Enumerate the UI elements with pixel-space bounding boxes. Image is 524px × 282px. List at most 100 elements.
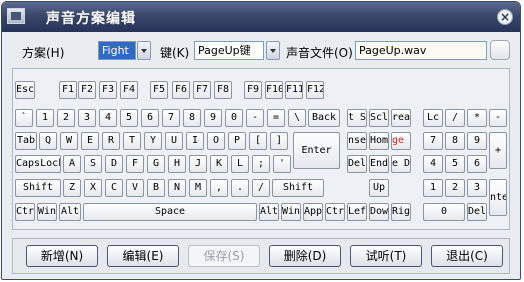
key-j[interactable]: J xyxy=(189,155,207,173)
key-tab[interactable]: Tab xyxy=(15,132,37,150)
key-6[interactable]: 6 xyxy=(141,109,159,127)
key-insert[interactable]: nsert xyxy=(347,132,367,150)
key-numlock[interactable]: Lc xyxy=(423,109,443,127)
key-dropdown-arrow-icon[interactable] xyxy=(266,41,280,60)
key-num4[interactable]: 4 xyxy=(423,155,443,173)
key-num5[interactable]: 5 xyxy=(445,155,465,173)
key-i[interactable]: I xyxy=(186,132,204,150)
key-scrolllock[interactable]: Scl xyxy=(369,109,389,127)
key-nummul[interactable]: * xyxy=(467,109,487,127)
key-c[interactable]: C xyxy=(105,179,123,197)
key-minus[interactable]: - xyxy=(246,109,264,127)
key-1[interactable]: 1 xyxy=(36,109,54,127)
key-select[interactable]: PageUp键 xyxy=(194,41,264,60)
key-semicolon[interactable]: ; xyxy=(252,155,270,173)
key-numdiv[interactable]: / xyxy=(445,109,465,127)
key-f4[interactable]: F4 xyxy=(120,81,138,99)
key-lalt[interactable]: Alt xyxy=(59,203,81,221)
key-f8[interactable]: F8 xyxy=(214,81,232,99)
key-printscreen[interactable]: t Sc xyxy=(347,109,367,127)
key-rwin[interactable]: Win xyxy=(281,203,301,221)
key-lctrl[interactable]: Ctrl xyxy=(15,203,35,221)
add-button[interactable]: 新增(N) xyxy=(26,245,98,267)
key-d[interactable]: D xyxy=(105,155,123,173)
key-pause[interactable]: reak xyxy=(391,109,411,127)
key-delete[interactable]: Dele xyxy=(347,155,367,173)
key-2[interactable]: 2 xyxy=(57,109,75,127)
key-0[interactable]: 0 xyxy=(225,109,243,127)
key-rbracket[interactable]: ] xyxy=(270,132,288,150)
key-s[interactable]: S xyxy=(84,155,102,173)
key-rshift[interactable]: Shift xyxy=(272,179,324,197)
delete-button[interactable]: 删除(D) xyxy=(269,245,341,267)
scheme-select[interactable]: Fight xyxy=(98,41,136,60)
key-g[interactable]: G xyxy=(147,155,165,173)
key-a[interactable]: A xyxy=(63,155,81,173)
key-num6[interactable]: 6 xyxy=(467,155,487,173)
key-f[interactable]: F xyxy=(126,155,144,173)
key-left[interactable]: Left xyxy=(347,203,367,221)
key-z[interactable]: Z xyxy=(63,179,81,197)
key-enter[interactable]: Enter xyxy=(293,132,340,169)
key-f2[interactable]: F2 xyxy=(78,81,96,99)
key-f11[interactable]: F11 xyxy=(285,81,303,99)
close-icon[interactable]: × xyxy=(497,9,513,25)
key-8[interactable]: 8 xyxy=(183,109,201,127)
key-rctrl[interactable]: Ctrl xyxy=(325,203,345,221)
key-w[interactable]: W xyxy=(60,132,78,150)
key-num1[interactable]: 1 xyxy=(423,179,443,197)
key-l[interactable]: L xyxy=(231,155,249,173)
key-pageup[interactable]: ge U xyxy=(391,132,411,150)
key-comma[interactable]: , xyxy=(210,179,228,197)
key-backspace[interactable]: Back xyxy=(308,109,340,127)
key-e[interactable]: E xyxy=(81,132,99,150)
key-f1[interactable]: F1 xyxy=(59,81,77,99)
key-x[interactable]: X xyxy=(84,179,102,197)
key-end[interactable]: End xyxy=(369,155,389,173)
key-p[interactable]: P xyxy=(228,132,246,150)
key-num2[interactable]: 2 xyxy=(445,179,465,197)
key-lbracket[interactable]: [ xyxy=(249,132,267,150)
key-t[interactable]: T xyxy=(123,132,141,150)
key-quote[interactable]: ' xyxy=(273,155,291,173)
key-f10[interactable]: F10 xyxy=(265,81,283,99)
key-num7[interactable]: 7 xyxy=(423,132,443,150)
key-num0[interactable]: 0 xyxy=(423,203,465,221)
key-lwin[interactable]: Win xyxy=(37,203,57,221)
key-home[interactable]: Home xyxy=(369,132,389,150)
key-ralt[interactable]: Alt xyxy=(259,203,279,221)
key-y[interactable]: Y xyxy=(144,132,162,150)
key-lshift[interactable]: Shift xyxy=(15,179,61,197)
key-f12[interactable]: F12 xyxy=(306,81,324,99)
key-pagedown[interactable]: e D xyxy=(391,155,411,173)
key-h[interactable]: H xyxy=(168,155,186,173)
key-equal[interactable]: = xyxy=(267,109,285,127)
edit-button[interactable]: 编辑(E) xyxy=(107,245,179,267)
key-space[interactable]: Space xyxy=(83,203,257,221)
scheme-dropdown-arrow-icon[interactable] xyxy=(137,41,151,60)
key-q[interactable]: Q xyxy=(39,132,57,150)
key-5[interactable]: 5 xyxy=(120,109,138,127)
key-right[interactable]: Righ xyxy=(391,203,411,221)
browse-button[interactable] xyxy=(490,40,510,60)
sound-file-input[interactable]: PageUp.wav xyxy=(355,41,487,60)
key-up[interactable]: Up xyxy=(369,179,389,197)
key-4[interactable]: 4 xyxy=(99,109,117,127)
key-k[interactable]: K xyxy=(210,155,228,173)
key-backslash[interactable]: \ xyxy=(288,109,306,127)
key-capslock[interactable]: CapsLock xyxy=(15,155,61,173)
key-slash[interactable]: / xyxy=(252,179,270,197)
key-9[interactable]: 9 xyxy=(204,109,222,127)
key-f3[interactable]: F3 xyxy=(99,81,117,99)
exit-button[interactable]: 退出(C) xyxy=(431,245,503,267)
key-3[interactable]: 3 xyxy=(78,109,96,127)
key-b[interactable]: B xyxy=(147,179,165,197)
key-numsub[interactable]: - xyxy=(489,109,507,127)
key-o[interactable]: O xyxy=(207,132,225,150)
key-num8[interactable]: 8 xyxy=(445,132,465,150)
key-app[interactable]: App xyxy=(303,203,323,221)
key-7[interactable]: 7 xyxy=(162,109,180,127)
key-backquote[interactable]: ` xyxy=(15,109,33,127)
key-f7[interactable]: F7 xyxy=(193,81,211,99)
key-v[interactable]: V xyxy=(126,179,144,197)
